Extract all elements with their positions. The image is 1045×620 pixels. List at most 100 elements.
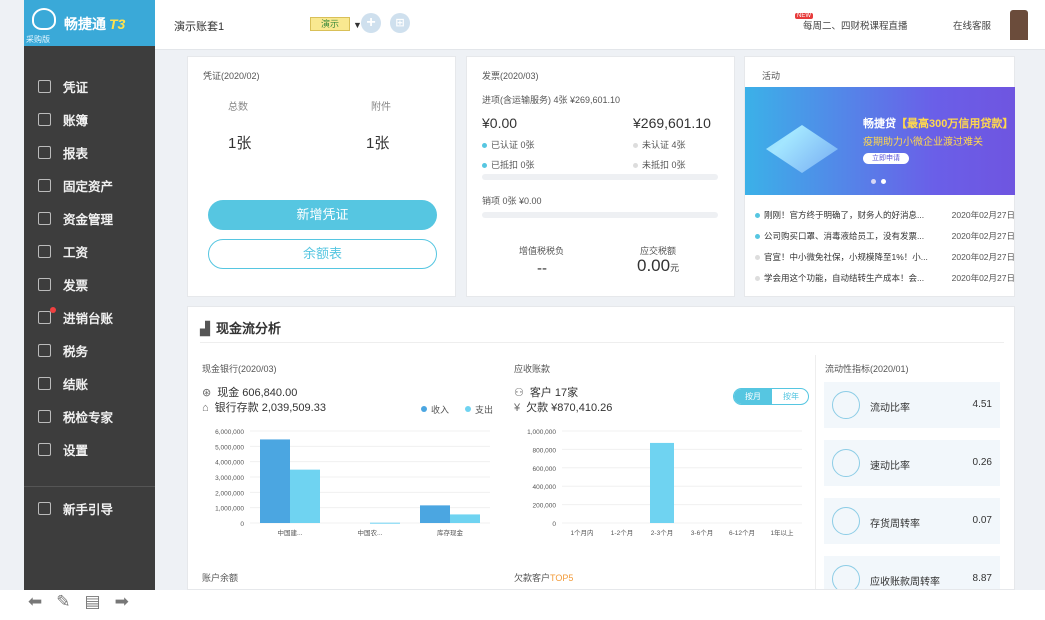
sidebar-item-invoice[interactable]: 发票 <box>24 268 155 301</box>
sidebar-item-tax[interactable]: 税务 <box>24 334 155 367</box>
bullet-icon <box>482 143 487 149</box>
bullet-icon <box>755 255 760 261</box>
cash-line: ⊛ 现金 606,840.00 <box>202 387 298 399</box>
undeducted-count: 未抵扣 0张 <box>633 158 686 171</box>
y-tick-label: 1,000,000 <box>215 506 244 513</box>
balance-sheet-button[interactable]: 余额表 <box>208 239 437 269</box>
y-tick-label: 600,000 <box>533 466 557 473</box>
sidebar-divider <box>24 486 155 487</box>
sidebar-item-voucher[interactable]: 凭证 <box>24 70 155 103</box>
bar <box>260 439 290 523</box>
input-progress-bar <box>482 174 718 180</box>
x-tick-label: 3-6个月 <box>691 529 713 537</box>
invoice-card: 发票(2020/03) 进项(含运输服务) 4张 ¥269,601.10 ¥0.… <box>466 56 735 297</box>
toggle-month[interactable]: 按月 <box>734 389 772 404</box>
carousel-dot[interactable] <box>871 179 876 184</box>
sidebar-item-closing[interactable]: 结账 <box>24 367 155 400</box>
news-item[interactable]: 学会用这个功能，自动结转生产成本！会... 2020年02月27日 <box>755 272 1015 284</box>
pencil-icon[interactable]: ✎ <box>56 593 70 613</box>
ratio-inventory-turnover[interactable]: 存货周转率 0.07 <box>824 498 1000 544</box>
carousel-dots[interactable] <box>871 175 891 187</box>
ratio-ar-turnover[interactable]: 应收账款周转率 8.87 <box>824 556 1000 589</box>
logo-icon <box>32 8 56 30</box>
bullet-icon <box>633 163 638 169</box>
app-logo[interactable]: 畅捷通 T3 采购版 <box>24 0 155 46</box>
bar <box>370 522 400 524</box>
y-tick-label: 0 <box>240 521 244 528</box>
bank-icon: ⌂ <box>202 402 209 414</box>
sidebar-item-fund[interactable]: 资金管理 <box>24 202 155 235</box>
money-icon: ¥ <box>514 402 521 414</box>
invoice-title: 发票(2020/03) <box>482 71 539 81</box>
carousel-dot-active[interactable] <box>881 179 886 184</box>
news-item[interactable]: 公司购买口罩、消毒液给员工，没有发票... 2020年02月27日 <box>755 230 1015 242</box>
y-tick-label: 200,000 <box>533 503 557 510</box>
live-course-link[interactable]: 每周二、四财税课程直播 <box>803 18 908 32</box>
grid-icon[interactable]: ⊞ <box>390 13 410 33</box>
legend-expense[interactable]: 支出 <box>475 403 493 416</box>
y-tick-label: 3,000,000 <box>215 475 244 482</box>
promo-banner[interactable]: 畅捷贷【最高300万信用贷款】 疫期助力小微企业渡过难关 立即申请 <box>745 87 1015 195</box>
bullet-icon <box>482 163 487 169</box>
forward-arrow-icon[interactable]: ➡ <box>115 593 129 613</box>
salary-icon <box>38 245 51 258</box>
sidebar: 畅捷通 T3 采购版 凭证 账簿 报表 固定资产 资金管理 工资 发票 进销台账 … <box>24 0 155 590</box>
x-tick-label: 库存现金 <box>437 528 464 537</box>
x-tick-label: 中国建... <box>278 528 303 537</box>
deducted-count: 已抵扣 0张 <box>482 158 535 171</box>
add-icon[interactable]: + <box>361 13 381 33</box>
inventory-icon <box>38 311 51 324</box>
tax-check-icon <box>38 410 51 423</box>
toggle-year[interactable]: 按年 <box>772 389 808 404</box>
asset-icon <box>38 179 51 192</box>
bank-title: 现金银行(2020/03) <box>202 364 277 374</box>
sidebar-item-inventory[interactable]: 进销台账 <box>24 301 155 334</box>
cash-icon: ⊛ <box>202 387 212 399</box>
bottom-toolbar: ⬅ ✎ ▤ ➡ <box>28 593 129 613</box>
sidebar-item-settings[interactable]: 设置 <box>24 433 155 466</box>
flask-icon <box>832 391 860 419</box>
invoice-amount-left: ¥0.00 <box>482 115 518 131</box>
fund-icon <box>38 212 51 225</box>
ratio-current[interactable]: 流动比率 4.51 <box>824 382 1000 428</box>
banner-apply-button[interactable]: 立即申请 <box>863 153 909 164</box>
activity-card: 活动 畅捷贷【最高300万信用贷款】 疫期助力小微企业渡过难关 立即申请 刚刚！… <box>744 56 1015 297</box>
input-invoice-summary: 进项(含运输服务) 4张 ¥269,601.10 <box>482 95 621 105</box>
sidebar-item-tax-check[interactable]: 税检专家 <box>24 400 155 433</box>
x-tick-label: 6-12个月 <box>729 529 755 537</box>
vat-burden-value: -- <box>537 260 547 277</box>
legend-income-dot <box>421 406 427 412</box>
bar <box>650 442 674 523</box>
output-invoice-summary: 销项 0张 ¥0.00 <box>482 196 542 206</box>
x-tick-label: 1年以上 <box>770 528 794 537</box>
banner-title: 畅捷贷【最高300万信用贷款】 <box>863 118 1014 130</box>
ledger-icon <box>38 113 51 126</box>
x-tick-label: 中国农... <box>358 528 383 537</box>
tax-payable-value: 0.00元 <box>637 256 680 275</box>
vat-burden-label: 增值税税负 <box>519 246 565 256</box>
legend-income[interactable]: 收入 <box>431 403 449 416</box>
bar <box>450 514 480 523</box>
sidebar-item-salary[interactable]: 工资 <box>24 235 155 268</box>
news-item[interactable]: 刚刚！官方终于明确了，财务人的好消息... 2020年02月27日 <box>755 209 1015 221</box>
back-arrow-icon[interactable]: ⬅ <box>28 593 42 613</box>
account-selector[interactable]: 演示账套1 <box>174 18 224 34</box>
sidebar-item-ledger[interactable]: 账簿 <box>24 103 155 136</box>
sidebar-item-report[interactable]: 报表 <box>24 136 155 169</box>
avatar[interactable] <box>1010 10 1028 40</box>
certified-count: 已认证 0张 <box>482 138 535 151</box>
topbar: 演示账套1 演示 ▼ + ⊞ NEW 每周二、四财税课程直播 在线客服 <box>155 0 1045 50</box>
account-balance-title: 账户余额 <box>202 573 239 583</box>
new-voucher-button[interactable]: 新增凭证 <box>208 200 437 230</box>
guide-row[interactable]: 新手引导 <box>24 492 113 525</box>
ratio-quick[interactable]: 速动比率 0.26 <box>824 440 1000 486</box>
notes-icon[interactable]: ▤ <box>85 593 101 613</box>
news-item[interactable]: 官宣！中小微免社保，小规模降至1%！小... 2020年02月27日 <box>755 251 1015 263</box>
online-service-link[interactable]: 在线客服 <box>953 18 991 32</box>
notification-dot <box>50 307 56 313</box>
period-toggle[interactable]: 按月 按年 <box>733 388 809 405</box>
sidebar-item-guide[interactable]: 新手引导 <box>24 492 113 525</box>
y-tick-label: 6,000,000 <box>215 429 244 436</box>
y-tick-label: 1,000,000 <box>527 429 556 436</box>
sidebar-item-fixed-asset[interactable]: 固定资产 <box>24 169 155 202</box>
